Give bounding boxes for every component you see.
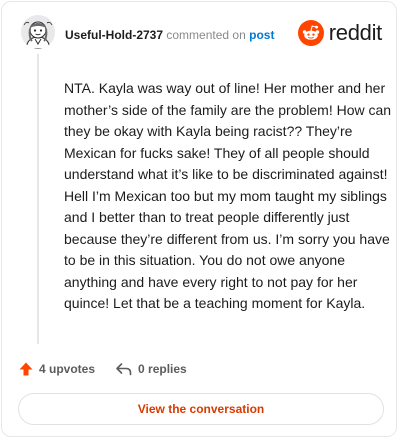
post-link[interactable]: post	[249, 28, 274, 42]
username-link[interactable]: Useful-Hold-2737	[65, 28, 163, 42]
upvote-count: 4 upvotes	[39, 362, 96, 376]
comment-actions: 4 upvotes 0 replies	[18, 361, 187, 377]
view-conversation-button[interactable]: View the conversation	[18, 393, 384, 425]
reddit-snoo-icon	[297, 20, 324, 46]
reddit-wordmark: reddit	[328, 20, 383, 45]
reply-count: 0 replies	[138, 362, 187, 376]
comment-card: Useful-Hold-2737 commented on post reddi…	[1, 1, 397, 437]
comment-body: NTA. Kayla was way out of line! Her moth…	[64, 80, 392, 311]
upvote-button[interactable]: 4 upvotes	[18, 361, 95, 377]
thread-line[interactable]	[37, 54, 39, 344]
reddit-logo[interactable]: reddit	[297, 20, 383, 46]
header-action-text: commented on	[166, 28, 246, 42]
reply-arrow-icon	[116, 363, 132, 376]
comment-header: Useful-Hold-2737 commented on post	[65, 28, 274, 42]
reply-button[interactable]: 0 replies	[115, 361, 187, 377]
upvote-arrow-icon	[19, 362, 33, 376]
snoo-avatar-icon[interactable]	[21, 15, 55, 49]
